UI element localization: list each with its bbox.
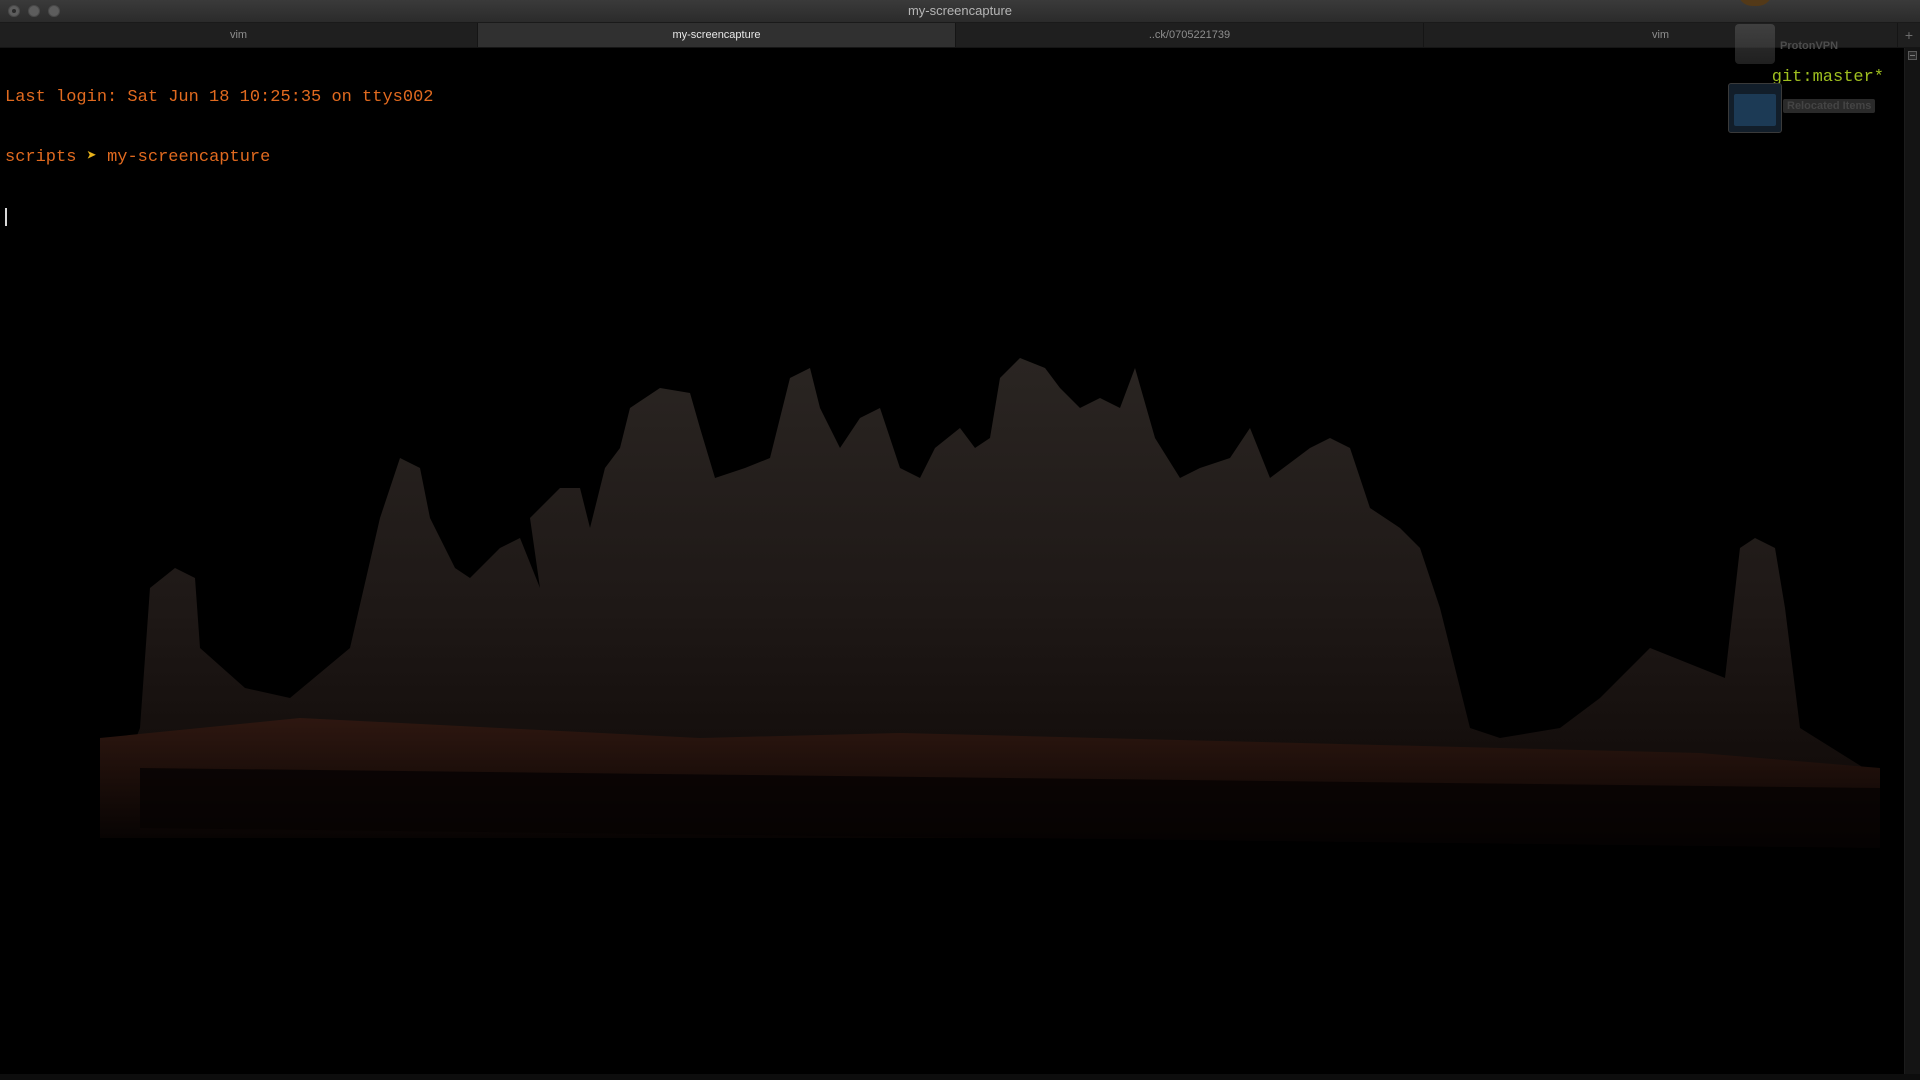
scrollbar-thumb[interactable] (1908, 51, 1917, 60)
window-title: my-screencapture (907, 3, 1013, 18)
input-line[interactable] (5, 208, 433, 228)
folder-label: Relocated Items (1783, 99, 1876, 113)
window-bottom-border (0, 1074, 1920, 1080)
new-tab-button[interactable]: + (1898, 23, 1920, 47)
prompt-dir: scripts (5, 148, 77, 167)
prompt-cwd: my-screencapture (107, 148, 271, 167)
tab-bar: vim my-screencapture ..ck/0705221739 vim… (0, 23, 1920, 48)
terminal-pane[interactable]: Last login: Sat Jun 18 10:25:35 on ttys0… (0, 48, 1904, 1074)
tab-ck-0705221739[interactable]: ..ck/0705221739 (956, 23, 1424, 47)
text-cursor (5, 208, 7, 226)
prompt-line: scripts ➤ my-screencapture (5, 148, 433, 168)
scrollbar[interactable] (1904, 48, 1920, 1074)
terminal-window: my-screencapture vim my-screencapture ..… (0, 0, 1920, 1080)
git-branch-status: git:master* (1771, 68, 1884, 87)
title-bar[interactable]: my-screencapture (0, 0, 1920, 23)
terminal-output: Last login: Sat Jun 18 10:25:35 on ttys0… (5, 48, 433, 268)
drive-label: ProtonVPN (1780, 40, 1839, 52)
prompt-arrow: ➤ (86, 148, 97, 167)
tab-vim-1[interactable]: vim (0, 23, 478, 47)
last-login-line: Last login: Sat Jun 18 10:25:35 on ttys0… (5, 88, 434, 107)
tab-my-screencapture[interactable]: my-screencapture (478, 23, 956, 47)
